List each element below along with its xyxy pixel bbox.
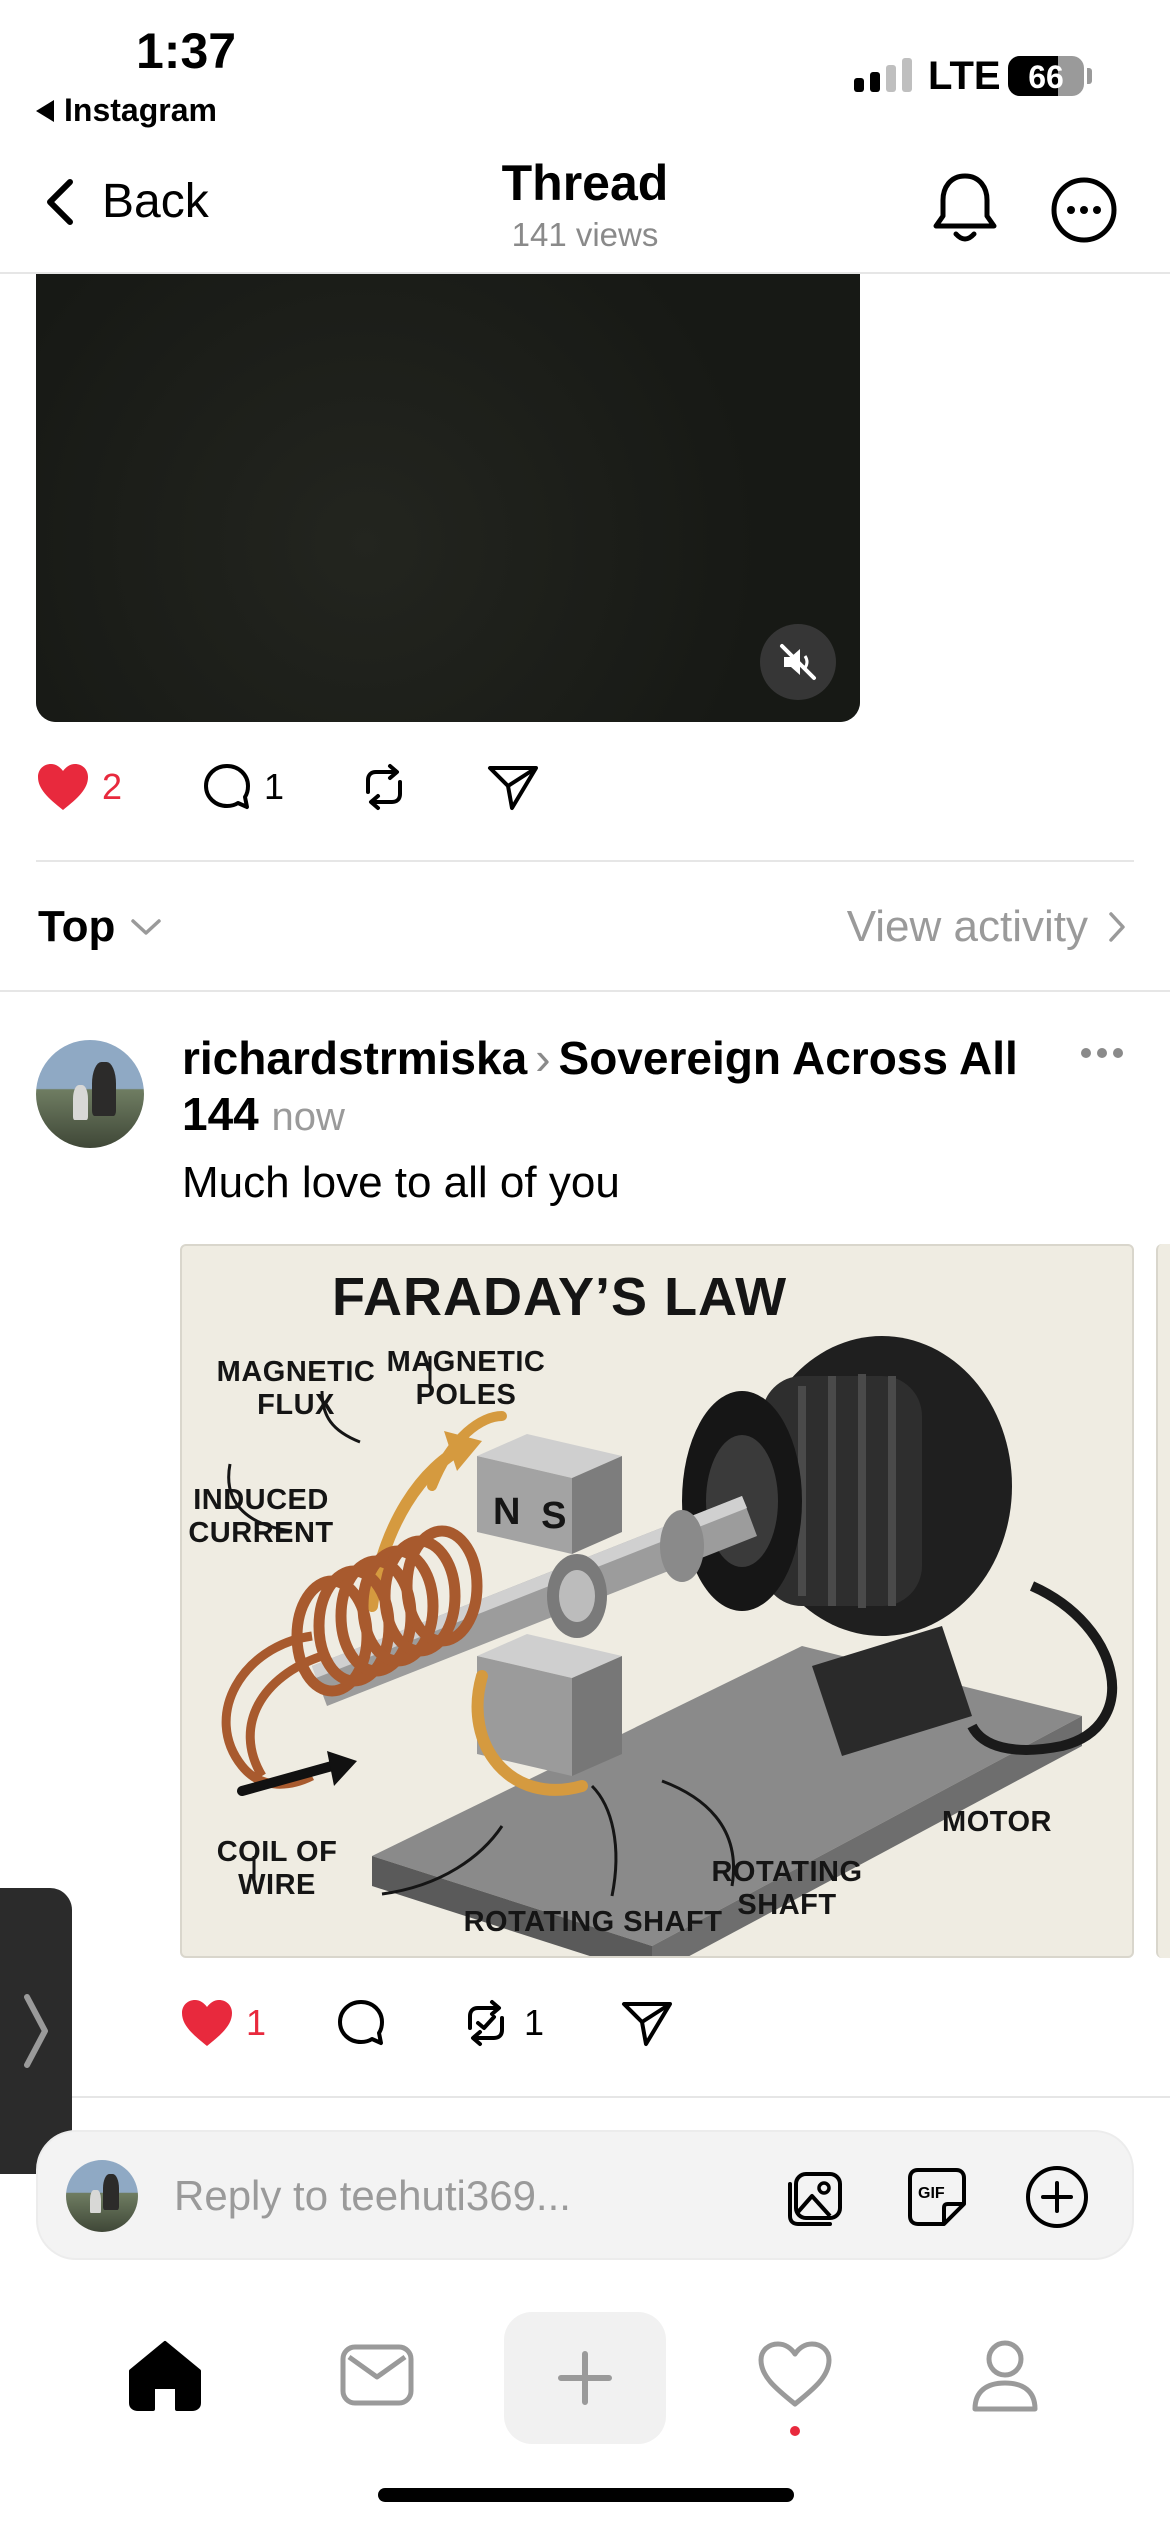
status-bar: 1:37 Instagram LTE 66 (0, 0, 1170, 140)
tab-profile[interactable] (960, 2330, 1050, 2420)
reply-input[interactable]: Reply to teehuti369... (174, 2172, 571, 2220)
speaker-muted-icon (780, 644, 816, 680)
label-coil-of-wire: COIL OF WIRE (216, 1836, 338, 1901)
chevron-right-icon (1109, 912, 1125, 942)
battery-icon: 66 (1008, 56, 1084, 96)
notification-dot (790, 2426, 800, 2436)
home-icon (129, 2341, 201, 2411)
tab-home[interactable] (120, 2330, 210, 2420)
heart-icon (758, 2341, 832, 2407)
repost-button[interactable]: 1 (460, 1998, 620, 2048)
inbox-icon (340, 2344, 414, 2406)
battery-cap (1087, 68, 1092, 84)
status-time: 1:37 (136, 23, 237, 79)
profile-icon (972, 2340, 1038, 2412)
home-indicator (378, 2488, 794, 2502)
back-app-label: Instagram (64, 92, 217, 128)
like-button[interactable]: 2 (36, 762, 202, 812)
back-to-app-link[interactable]: Instagram (36, 92, 217, 129)
post-time: now (271, 1095, 345, 1139)
like-button[interactable]: 1 (180, 1998, 336, 2048)
reply-header: richardstrmiska › Sovereign Across All 144… (182, 1030, 1062, 1145)
more-options-icon[interactable] (1050, 176, 1118, 244)
avatar[interactable] (36, 1040, 144, 1148)
send-icon (622, 2002, 672, 2046)
label-induced-current: INDUCED CURRENT (188, 1484, 334, 1549)
post-actions: 2 1 (36, 762, 540, 812)
bell-icon[interactable] (930, 170, 1000, 246)
comment-icon (338, 2000, 384, 2045)
post-video[interactable] (36, 274, 860, 722)
repost-icon (366, 764, 402, 810)
like-count: 1 (246, 2002, 267, 2043)
divider (0, 2096, 1170, 2098)
back-triangle-icon (36, 99, 54, 122)
label-magnetic-poles: MAGNETIC POLES (386, 1346, 546, 1411)
repost-button[interactable] (358, 762, 486, 812)
send-icon (488, 766, 538, 810)
heart-filled-icon (38, 764, 88, 810)
share-button[interactable] (620, 1998, 674, 2048)
chevron-down-icon (131, 919, 162, 935)
comment-button[interactable] (336, 1998, 460, 2048)
pole-n-label: N (493, 1491, 521, 1533)
more-horizontal-icon[interactable] (1080, 1046, 1124, 1060)
pole-s-label: S (541, 1495, 567, 1537)
share-button[interactable] (486, 762, 540, 812)
battery-level: 66 (1028, 59, 1064, 95)
signal-icon (854, 58, 912, 92)
label-magnetic-flux: MAGNETIC FLUX (216, 1356, 376, 1421)
view-activity-label: View activity (846, 902, 1088, 951)
sort-bar: Top View activity (0, 878, 1170, 988)
chevron-right-icon: › (535, 1032, 551, 1084)
reply-composer[interactable]: Reply to teehuti369... GIF (36, 2130, 1134, 2260)
username-link[interactable]: richardstrmiska (182, 1032, 527, 1084)
divider (36, 860, 1134, 862)
like-count: 2 (102, 766, 123, 807)
view-activity-link[interactable]: View activity (847, 902, 1128, 952)
repost-count: 1 (524, 2002, 545, 2043)
tab-activity[interactable] (750, 2330, 840, 2420)
tab-create[interactable] (504, 2312, 666, 2444)
svg-text:GIF: GIF (918, 2185, 945, 2202)
comment-count: 1 (264, 766, 285, 807)
image-title: FARADAY’S LAW (332, 1267, 788, 1327)
avatar (66, 2160, 138, 2232)
next-image-peek[interactable] (1156, 1244, 1170, 1958)
sort-label: Top (38, 902, 116, 951)
comment-icon (204, 764, 250, 809)
video-frame (36, 274, 860, 722)
label-rotating-shaft: ROTATING SHAFT (463, 1906, 723, 1938)
thread-header: Back Thread 141 views (0, 140, 1170, 274)
post-image[interactable]: FARADAY’S LAW MAGNETIC FLUX MAGNETIC POL… (180, 1244, 1134, 1958)
repost-check-icon (468, 2000, 504, 2046)
gif-icon[interactable]: GIF (904, 2164, 970, 2230)
label-rotating-shaft-2: ROTATING SHAFT (711, 1856, 863, 1921)
gallery-icon[interactable] (784, 2164, 850, 2230)
network-label: LTE (928, 54, 1001, 98)
plus-icon (558, 2351, 612, 2405)
mute-button[interactable] (760, 624, 836, 700)
heart-filled-icon (182, 2000, 232, 2046)
add-circle-icon[interactable] (1024, 2164, 1090, 2230)
label-motor: MOTOR (942, 1806, 1052, 1838)
reply-text: Much love to all of you (182, 1158, 620, 1207)
sort-dropdown[interactable]: Top (38, 902, 163, 952)
chevron-right-icon (24, 1994, 48, 2068)
comment-button[interactable]: 1 (202, 762, 358, 812)
tab-inbox[interactable] (332, 2330, 422, 2420)
side-panel-handle[interactable] (0, 1888, 72, 2174)
divider (0, 990, 1170, 992)
reply-actions: 1 1 (180, 1998, 674, 2048)
